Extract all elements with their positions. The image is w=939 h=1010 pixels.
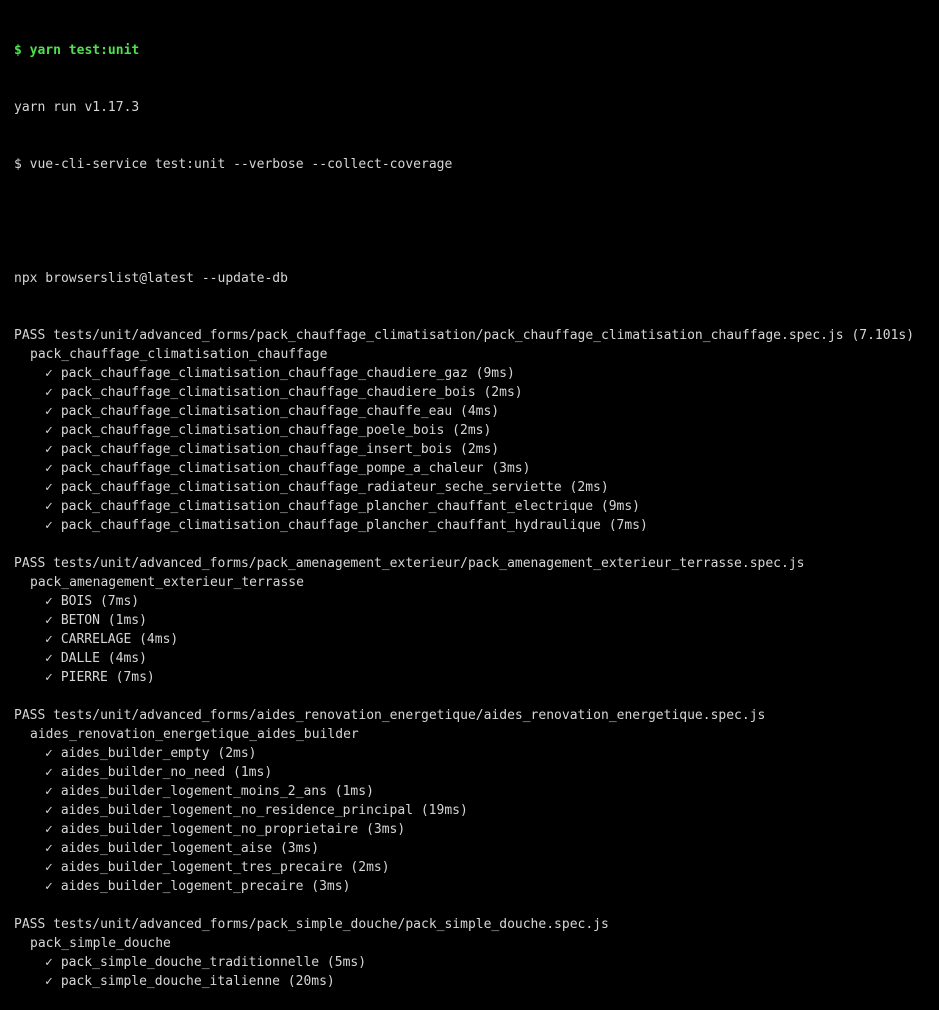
- test-result-row: ✓ pack_simple_douche_traditionnelle (5ms): [14, 953, 934, 972]
- check-icon: ✓: [45, 366, 53, 381]
- test-result-row: ✓ pack_chauffage_climatisation_chauffage_…: [14, 364, 934, 383]
- test-result-row: ✓ pack_chauffage_climatisation_chauffage_…: [14, 459, 934, 478]
- test-result-row: ✓ BETON (1ms): [14, 611, 934, 630]
- describe-block-name: aides_renovation_energetique_aides_build…: [30, 727, 359, 742]
- check-icon: ✓: [45, 784, 53, 799]
- test-suites: PASS tests/unit/advanced_forms/pack_chau…: [14, 326, 934, 991]
- test-name: aides_builder_logement_moins_2_ans (1ms): [60, 784, 374, 799]
- test-name: pack_chauffage_climatisation_chauffage_p…: [60, 423, 492, 438]
- check-icon: ✓: [45, 860, 53, 875]
- test-result-row: ✓ aides_builder_logement_no_residence_pri…: [14, 801, 934, 820]
- check-icon: ✓: [45, 955, 53, 970]
- test-result-row: ✓ pack_chauffage_climatisation_chauffage_…: [14, 497, 934, 516]
- test-name: aides_builder_logement_no_residence_prin…: [60, 803, 468, 818]
- test-result-row: ✓ pack_chauffage_climatisation_chauffage_…: [14, 402, 934, 421]
- test-name: PIERRE (7ms): [60, 670, 155, 685]
- test-result-row: ✓ pack_simple_douche_italienne (20ms): [14, 972, 934, 991]
- test-result-row: ✓ pack_chauffage_climatisation_chauffage_…: [14, 516, 934, 535]
- describe-block-name: pack_chauffage_climatisation_chauffage: [30, 347, 328, 362]
- test-result-row: ✓ pack_chauffage_climatisation_chauffage_…: [14, 383, 934, 402]
- test-name: pack_chauffage_climatisation_chauffage_c…: [60, 385, 523, 400]
- check-icon: ✓: [45, 879, 53, 894]
- check-icon: ✓: [45, 746, 53, 761]
- describe-block-name: pack_amenagement_exterieur_terrasse: [30, 575, 304, 590]
- test-name: pack_simple_douche_traditionnelle (5ms): [60, 955, 367, 970]
- suite-pass-line: PASS tests/unit/advanced_forms/pack_simp…: [14, 917, 609, 932]
- test-name: aides_builder_logement_tres_precaire (2m…: [60, 860, 390, 875]
- test-name: BOIS (7ms): [60, 594, 140, 609]
- check-icon: ✓: [45, 632, 53, 647]
- test-result-row: ✓ aides_builder_logement_no_proprietaire …: [14, 820, 934, 839]
- test-name: pack_chauffage_climatisation_chauffage_c…: [60, 404, 500, 419]
- test-name: pack_simple_douche_italienne (20ms): [60, 974, 335, 989]
- test-result-row: ✓ aides_builder_empty (2ms): [14, 744, 934, 763]
- test-result-row: ✓ CARRELAGE (4ms): [14, 630, 934, 649]
- check-icon: ✓: [45, 841, 53, 856]
- command-line: $ yarn test:unit: [14, 43, 140, 58]
- test-name: pack_chauffage_climatisation_chauffage_p…: [60, 499, 641, 514]
- check-icon: ✓: [45, 651, 53, 666]
- check-icon: ✓: [45, 423, 53, 438]
- test-name: DALLE (4ms): [60, 651, 147, 666]
- test-name: pack_chauffage_climatisation_chauffage_r…: [60, 480, 609, 495]
- test-name: pack_chauffage_climatisation_chauffage_i…: [60, 442, 500, 457]
- test-name: CARRELAGE (4ms): [60, 632, 179, 647]
- suite-pass-line: PASS tests/unit/advanced_forms/pack_amen…: [14, 556, 805, 571]
- test-result-row: ✓ aides_builder_logement_tres_precaire (2…: [14, 858, 934, 877]
- check-icon: ✓: [45, 499, 53, 514]
- test-result-row: ✓ pack_chauffage_climatisation_chauffage_…: [14, 440, 934, 459]
- test-result-row: ✓ pack_chauffage_climatisation_chauffage_…: [14, 478, 934, 497]
- test-result-row: ✓ PIERRE (7ms): [14, 668, 934, 687]
- check-icon: ✓: [45, 670, 53, 685]
- test-result-row: ✓ pack_chauffage_climatisation_chauffage_…: [14, 421, 934, 440]
- check-icon: ✓: [45, 613, 53, 628]
- check-icon: ✓: [45, 765, 53, 780]
- check-icon: ✓: [45, 594, 53, 609]
- browserslist-line: npx browserslist@latest --update-db: [14, 271, 288, 286]
- test-name: BETON (1ms): [60, 613, 147, 628]
- terminal-output[interactable]: $ yarn test:unit yarn run v1.17.3 $ vue-…: [14, 3, 934, 1010]
- test-name: aides_builder_logement_aise (3ms): [60, 841, 320, 856]
- yarn-version-line: yarn run v1.17.3: [14, 100, 140, 115]
- check-icon: ✓: [45, 385, 53, 400]
- check-icon: ✓: [45, 974, 53, 989]
- test-result-row: ✓ DALLE (4ms): [14, 649, 934, 668]
- suite-pass-line: PASS tests/unit/advanced_forms/pack_chau…: [14, 328, 915, 343]
- describe-block-name: pack_simple_douche: [30, 936, 171, 951]
- test-name: aides_builder_logement_no_proprietaire (…: [60, 822, 406, 837]
- check-icon: ✓: [45, 822, 53, 837]
- check-icon: ✓: [45, 803, 53, 818]
- test-name: pack_chauffage_climatisation_chauffage_c…: [60, 366, 515, 381]
- check-icon: ✓: [45, 404, 53, 419]
- test-name: pack_chauffage_climatisation_chauffage_p…: [60, 518, 648, 533]
- test-name: aides_builder_empty (2ms): [60, 746, 257, 761]
- test-result-row: ✓ aides_builder_logement_precaire (3ms): [14, 877, 934, 896]
- check-icon: ✓: [45, 480, 53, 495]
- check-icon: ✓: [45, 518, 53, 533]
- test-name: aides_builder_logement_precaire (3ms): [60, 879, 351, 894]
- check-icon: ✓: [45, 442, 53, 457]
- test-name: pack_chauffage_climatisation_chauffage_p…: [60, 461, 531, 476]
- test-name: aides_builder_no_need (1ms): [60, 765, 273, 780]
- test-result-row: ✓ BOIS (7ms): [14, 592, 934, 611]
- test-result-row: ✓ aides_builder_logement_aise (3ms): [14, 839, 934, 858]
- suite-pass-line: PASS tests/unit/advanced_forms/aides_ren…: [14, 708, 766, 723]
- test-result-row: ✓ aides_builder_logement_moins_2_ans (1ms…: [14, 782, 934, 801]
- test-result-row: ✓ aides_builder_no_need (1ms): [14, 763, 934, 782]
- check-icon: ✓: [45, 461, 53, 476]
- service-command-line: $ vue-cli-service test:unit --verbose --…: [14, 157, 453, 172]
